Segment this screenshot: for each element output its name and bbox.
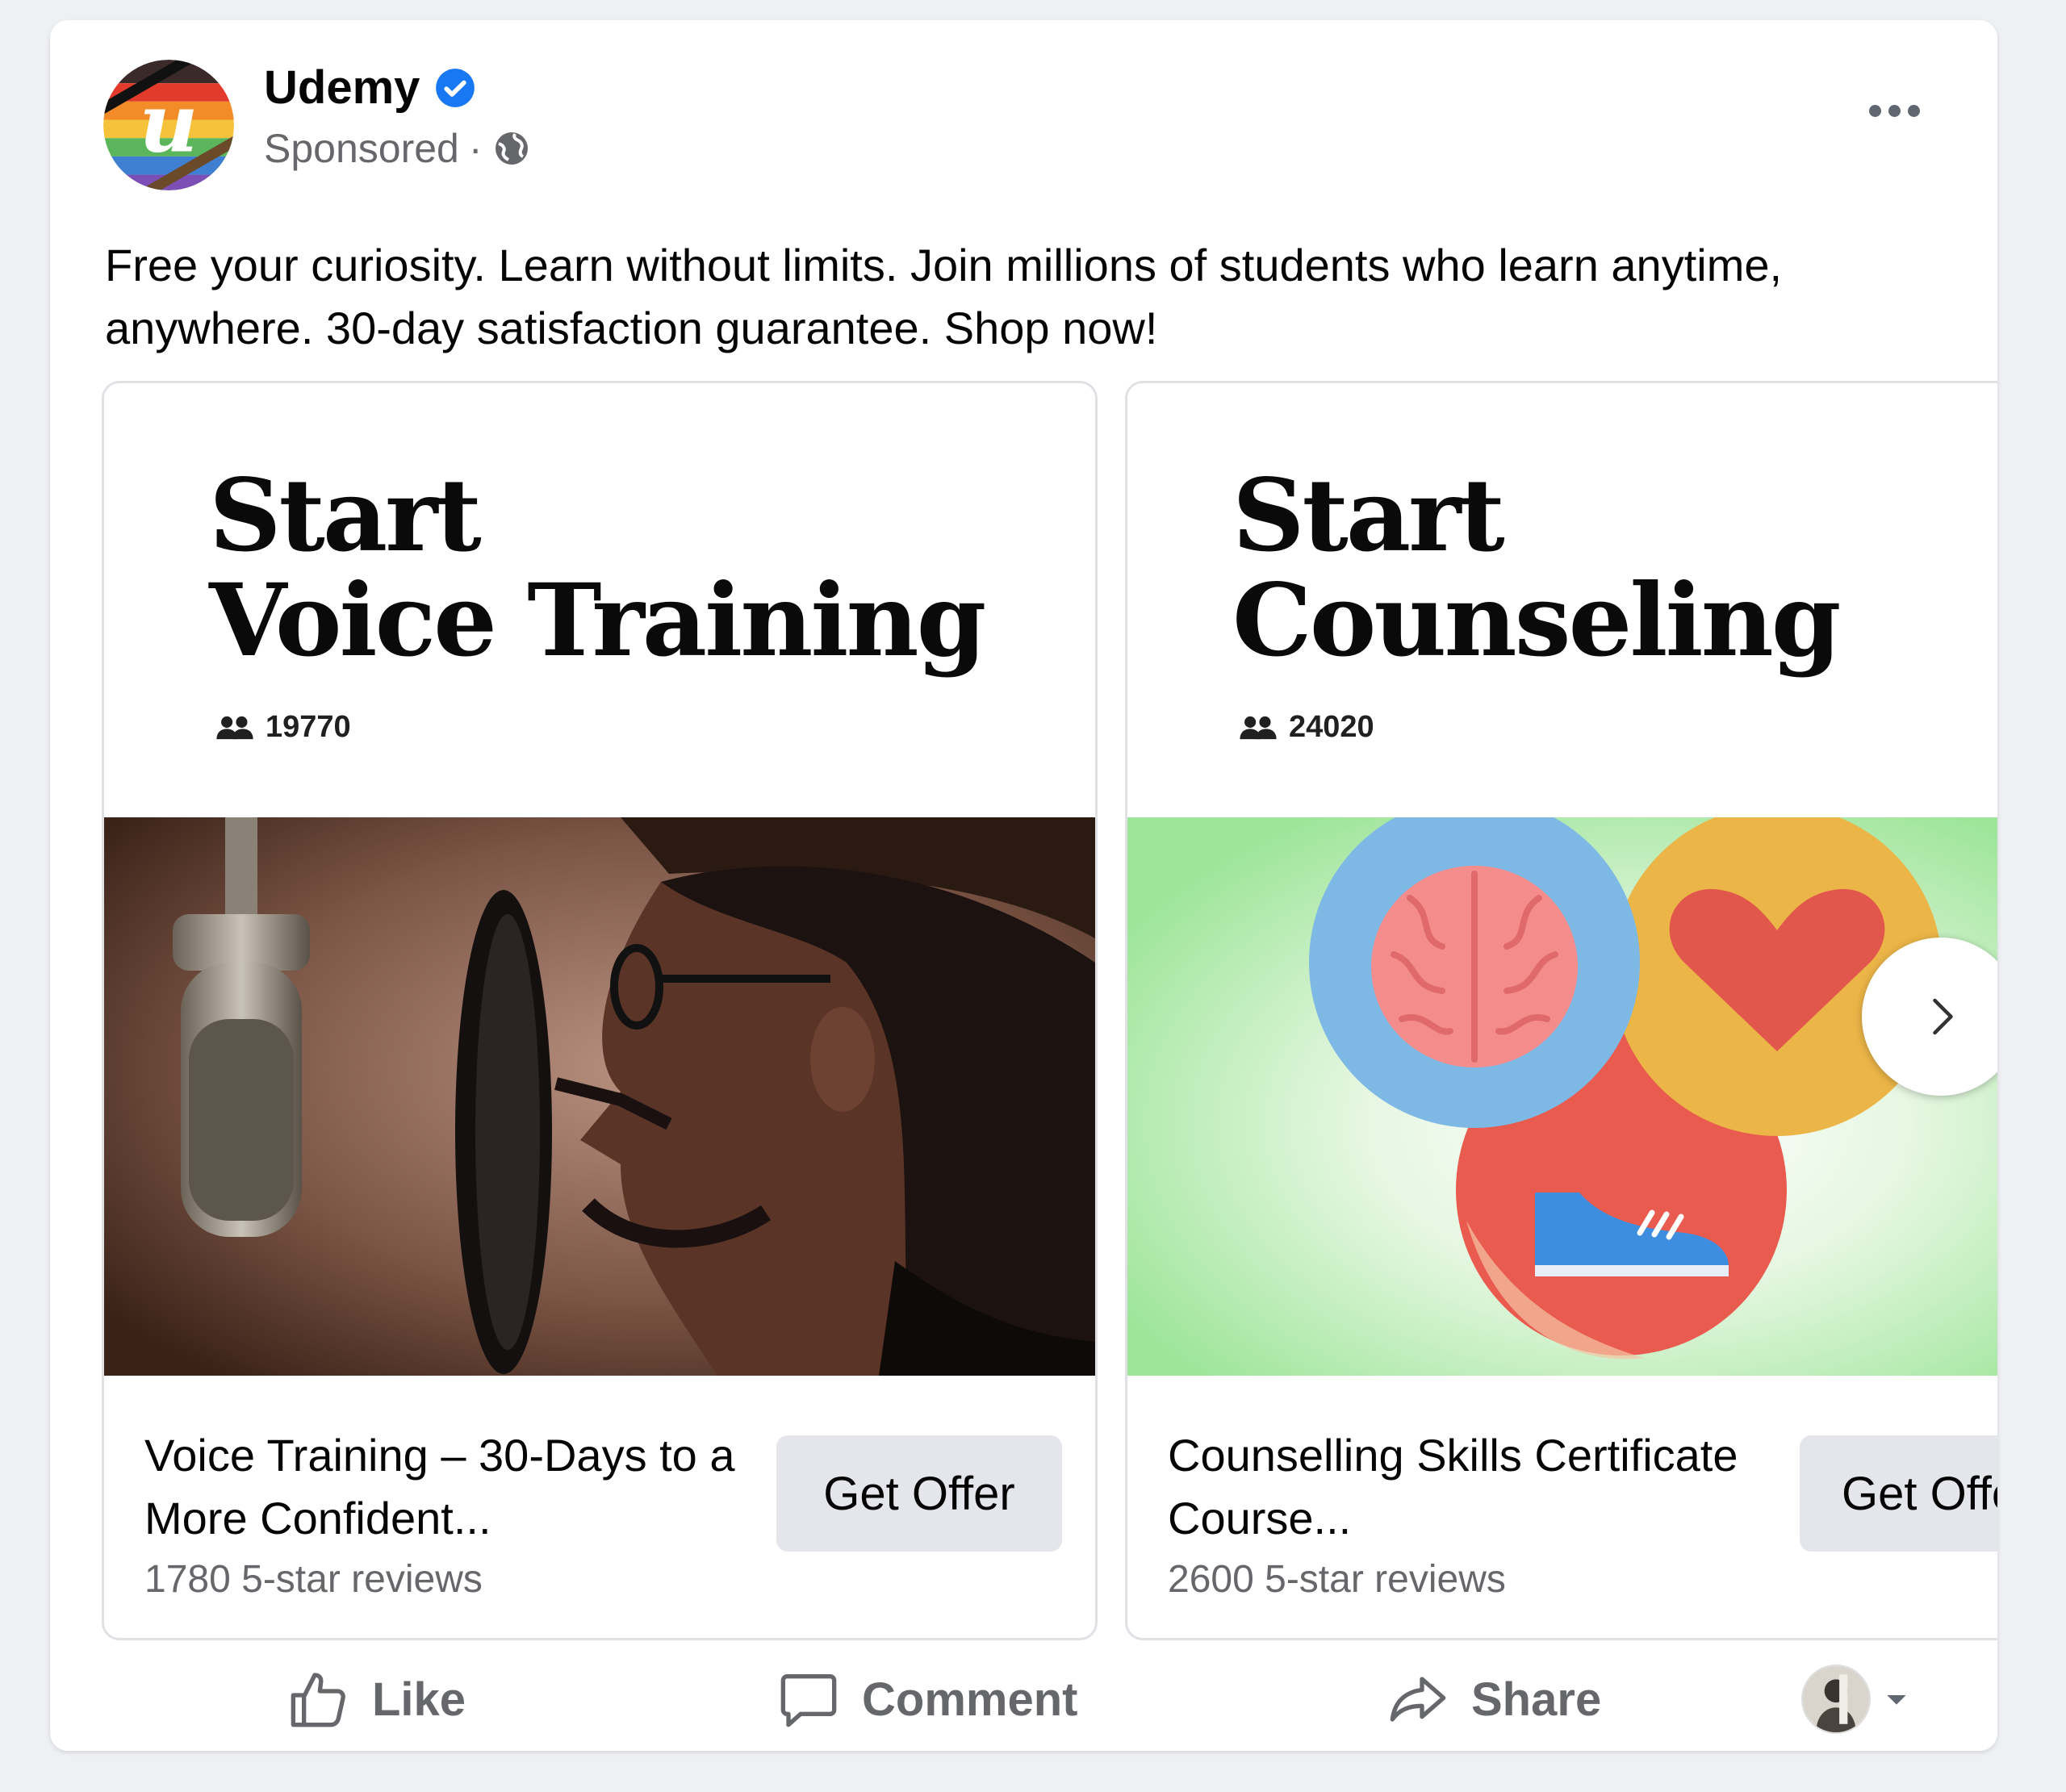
- comment-button[interactable]: Comment: [776, 1659, 1077, 1740]
- comment-label: Comment: [862, 1673, 1078, 1726]
- course-reviews: 1780 5-star reviews: [144, 1558, 483, 1601]
- headline-line2: Voice Training: [209, 562, 986, 679]
- card-footer: Voice Training – 30-Days to a More Confi…: [104, 1376, 1095, 1638]
- voice-training-image[interactable]: [104, 817, 1095, 1376]
- card-header-graphic: Start Voice Training 19770: [104, 383, 1095, 817]
- card-headline: Start Voice Training: [209, 457, 986, 679]
- caret-down-icon: [1887, 1695, 1906, 1705]
- course-reviews: 2600 5-star reviews: [1168, 1558, 1506, 1601]
- share-label: Share: [1471, 1673, 1602, 1726]
- post-caption: Free your curiosity. Learn without limit…: [105, 240, 1783, 353]
- headline-line1: Start: [1232, 457, 1505, 574]
- like-label: Like: [372, 1673, 466, 1726]
- student-count-value: 19770: [266, 710, 351, 744]
- like-button[interactable]: Like: [286, 1659, 466, 1740]
- chevron-right-icon: [1933, 998, 1953, 1035]
- people-icon: [216, 716, 253, 739]
- student-count-value: 24020: [1289, 710, 1374, 744]
- headline-line1: Start: [209, 457, 482, 574]
- dot-icon: [1888, 105, 1901, 117]
- course-title[interactable]: Counselling Skills Certificate Course...: [1168, 1424, 1781, 1550]
- card-headline: Start Counseling: [1232, 457, 1841, 679]
- udemy-logo-avatar[interactable]: u: [103, 60, 234, 190]
- share-icon: [1390, 1677, 1446, 1722]
- card-header-graphic: Start Counseling 24020: [1127, 383, 1997, 817]
- author-name[interactable]: Udemy: [264, 61, 420, 115]
- card-footer: Counselling Skills Certificate Course...…: [1127, 1376, 1997, 1638]
- people-icon: [1240, 716, 1277, 739]
- comment-icon: [780, 1674, 837, 1727]
- post-author[interactable]: Udemy: [264, 61, 476, 115]
- post-meta: Sponsored ·: [264, 125, 531, 172]
- globe-icon[interactable]: [492, 129, 531, 168]
- sponsored-post: u Udemy Sponsored · Free your curiosity.…: [50, 20, 1997, 1751]
- share-button[interactable]: Share: [1386, 1659, 1601, 1740]
- carousel-card-voice-training[interactable]: Start Voice Training 19770 Voice Trainin…: [102, 381, 1098, 1640]
- course-title[interactable]: Voice Training – 30-Days to a More Confi…: [144, 1424, 758, 1550]
- sponsored-label[interactable]: Sponsored: [264, 125, 459, 172]
- meta-separator: ·: [468, 126, 483, 171]
- student-count: 24020: [1239, 710, 1374, 745]
- student-count: 19770: [215, 710, 351, 745]
- get-offer-button[interactable]: Get Offer: [776, 1435, 1062, 1552]
- get-offer-button[interactable]: Get Offer: [1800, 1435, 1997, 1552]
- profile-selector[interactable]: [1801, 1665, 1913, 1734]
- svg-text:u: u: [139, 75, 198, 170]
- dot-icon: [1869, 105, 1881, 117]
- more-options-button[interactable]: [1869, 105, 1920, 117]
- brain-icon: [1371, 866, 1578, 1067]
- counseling-image[interactable]: [1127, 817, 1997, 1376]
- dot-icon: [1908, 105, 1920, 117]
- user-avatar: [1801, 1665, 1871, 1734]
- thumbs-up-icon: [291, 1673, 345, 1727]
- headline-line2: Counseling: [1232, 562, 1841, 679]
- post-action-bar: Like Comment Share: [50, 1646, 1997, 1751]
- verified-badge-icon: [436, 68, 475, 107]
